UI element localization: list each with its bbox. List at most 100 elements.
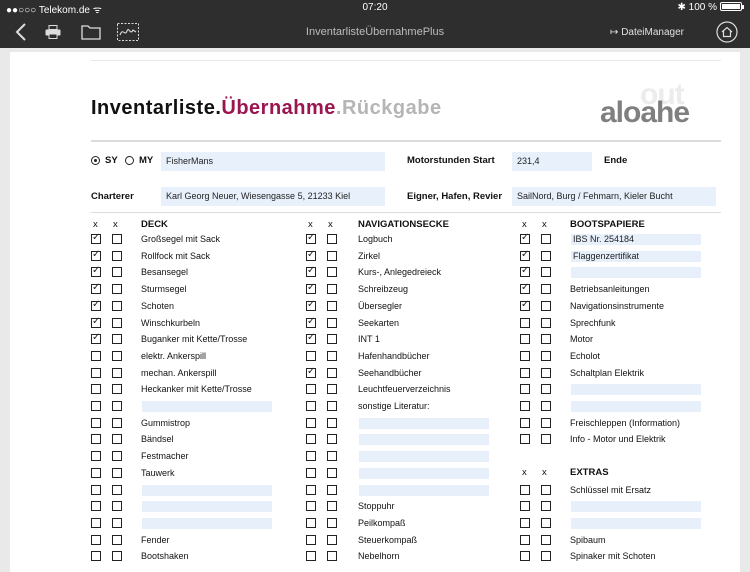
checkbox-present[interactable] (306, 366, 316, 378)
checkbox-present[interactable] (520, 434, 530, 445)
radio-sy[interactable] (91, 156, 100, 165)
checkbox-present[interactable] (306, 534, 316, 545)
item-input-field[interactable] (571, 517, 701, 529)
checkbox-present[interactable] (91, 517, 101, 528)
checkbox-present[interactable] (306, 282, 316, 295)
checkbox-return[interactable] (327, 501, 337, 512)
checkbox-return[interactable] (327, 451, 337, 462)
checkbox-present[interactable] (520, 534, 530, 545)
checkbox-present[interactable] (306, 417, 316, 428)
checkbox-return[interactable] (541, 401, 551, 411)
checkbox-present[interactable] (91, 367, 101, 378)
checkbox-present[interactable] (91, 484, 101, 495)
checkbox-return[interactable] (327, 350, 337, 361)
checkbox-return[interactable] (541, 434, 551, 445)
checkbox-return[interactable] (112, 467, 122, 478)
boat-name-field[interactable]: FisherMans (161, 152, 385, 171)
checkbox-return[interactable] (327, 401, 337, 411)
checkbox-present[interactable] (520, 334, 530, 345)
checkbox-present[interactable] (520, 282, 530, 295)
item-input-field[interactable] (142, 484, 272, 496)
checkbox-present[interactable] (306, 316, 316, 328)
checkbox-present[interactable] (520, 484, 530, 495)
checkbox-return[interactable] (541, 534, 551, 545)
checkbox-present[interactable] (306, 551, 316, 562)
item-input-field[interactable] (359, 451, 489, 463)
checkbox-return[interactable] (327, 417, 337, 428)
checkbox-return[interactable] (112, 334, 122, 345)
checkbox-return[interactable] (541, 501, 551, 512)
checkbox-return[interactable] (112, 267, 122, 278)
checkbox-return[interactable] (327, 317, 337, 328)
checkbox-return[interactable] (541, 384, 551, 395)
checkbox-present[interactable] (91, 551, 101, 562)
checkbox-return[interactable] (541, 551, 551, 562)
checkbox-present[interactable] (306, 265, 316, 278)
checkbox-present[interactable] (520, 501, 530, 512)
checkbox-return[interactable] (327, 517, 337, 528)
checkbox-present[interactable] (306, 517, 316, 528)
checkbox-return[interactable] (541, 300, 551, 311)
checkbox-return[interactable] (541, 517, 551, 528)
checkbox-present[interactable] (306, 350, 316, 361)
checkbox-present[interactable] (91, 299, 101, 311)
checkbox-return[interactable] (112, 484, 122, 495)
checkbox-present[interactable] (91, 534, 101, 545)
checkbox-present[interactable] (91, 501, 101, 512)
item-input-field[interactable] (571, 384, 701, 396)
checkbox-present[interactable] (520, 232, 530, 244)
checkbox-return[interactable] (327, 467, 337, 478)
checkbox-present[interactable] (520, 384, 530, 395)
item-input-field[interactable] (359, 467, 489, 479)
checkbox-return[interactable] (541, 417, 551, 428)
checkbox-present[interactable] (91, 384, 101, 395)
checkbox-present[interactable] (306, 232, 316, 244)
dateimanager-button[interactable]: ↦ DateiManager (610, 16, 684, 48)
checkbox-present[interactable] (91, 332, 101, 345)
motorstunden-start-field[interactable]: 231,4 (512, 152, 592, 171)
checkbox-return[interactable] (112, 451, 122, 462)
checkbox-return[interactable] (327, 367, 337, 378)
checkbox-present[interactable] (91, 350, 101, 361)
checkbox-present[interactable] (520, 367, 530, 378)
signature-button[interactable] (115, 16, 141, 48)
item-input-field[interactable] (359, 417, 489, 429)
checkbox-present[interactable] (520, 517, 530, 528)
checkbox-return[interactable] (112, 300, 122, 311)
checkbox-present[interactable] (306, 434, 316, 445)
checkbox-present[interactable] (520, 249, 530, 261)
checkbox-return[interactable] (327, 434, 337, 445)
checkbox-return[interactable] (112, 317, 122, 328)
checkbox-return[interactable] (112, 367, 122, 378)
item-input-field[interactable]: IBS Nr. 254184 (571, 234, 701, 245)
checkbox-present[interactable] (91, 434, 101, 445)
checkbox-return[interactable] (541, 234, 551, 244)
checkbox-present[interactable] (91, 232, 101, 244)
item-input-field[interactable] (359, 484, 489, 496)
checkbox-present[interactable] (91, 316, 101, 328)
checkbox-return[interactable] (327, 551, 337, 562)
checkbox-present[interactable] (520, 265, 530, 278)
checkbox-present[interactable] (306, 451, 316, 462)
home-button[interactable] (712, 16, 742, 48)
checkbox-present[interactable] (306, 467, 316, 478)
checkbox-return[interactable] (327, 300, 337, 311)
checkbox-return[interactable] (327, 250, 337, 261)
checkbox-present[interactable] (306, 501, 316, 512)
checkbox-return[interactable] (112, 434, 122, 445)
item-input-field[interactable] (142, 501, 272, 513)
checkbox-return[interactable] (327, 384, 337, 395)
checkbox-return[interactable] (112, 250, 122, 261)
checkbox-return[interactable] (112, 234, 122, 244)
checkbox-present[interactable] (306, 332, 316, 345)
checkbox-return[interactable] (541, 284, 551, 295)
checkbox-present[interactable] (91, 467, 101, 478)
checkbox-present[interactable] (91, 282, 101, 295)
checkbox-return[interactable] (112, 534, 122, 545)
checkbox-present[interactable] (306, 249, 316, 261)
checkbox-present[interactable] (520, 417, 530, 428)
checkbox-return[interactable] (541, 350, 551, 361)
checkbox-return[interactable] (112, 517, 122, 528)
checkbox-present[interactable] (520, 401, 530, 411)
checkbox-present[interactable] (306, 299, 316, 311)
